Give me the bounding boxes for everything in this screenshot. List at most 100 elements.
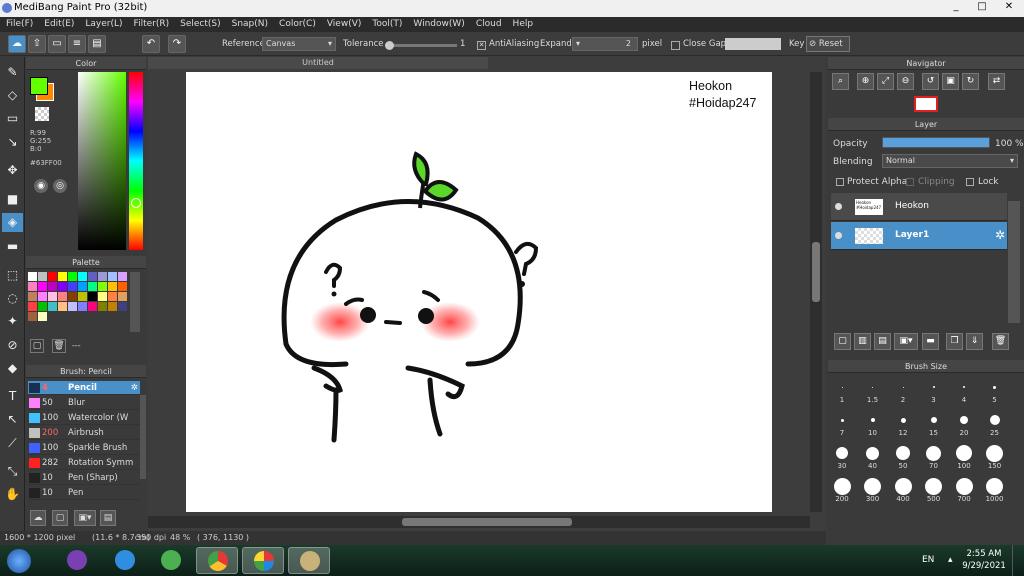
rotate-left-icon[interactable]: ↺	[922, 73, 939, 90]
palette-swatch[interactable]	[88, 302, 97, 311]
expand-input[interactable]: ▾ 2	[572, 37, 638, 51]
menu-filter[interactable]: Filter(R)	[128, 17, 175, 29]
brush-size-option[interactable]: 30	[828, 444, 856, 470]
new-layer-icon[interactable]: ▢	[834, 333, 851, 350]
palette-swatch[interactable]	[48, 282, 57, 291]
move-icon[interactable]: ✥	[2, 161, 23, 180]
rotate-right-icon[interactable]: ↻	[962, 73, 979, 90]
layer-scrollbar[interactable]	[1008, 201, 1020, 323]
lock-checkbox[interactable]	[966, 178, 974, 186]
pen-icon[interactable]: ↘	[2, 133, 23, 152]
brush-item[interactable]: 100 Sparkle Brush	[28, 441, 140, 455]
menu-snap[interactable]: Snap(N)	[226, 17, 273, 29]
gradient-icon[interactable]: ▬	[2, 237, 23, 256]
taskbar-internet-explorer[interactable]	[104, 547, 146, 574]
fit-screen-icon[interactable]: ▣	[942, 73, 959, 90]
palette-swatch[interactable]	[68, 302, 77, 311]
horizontal-scrollbar[interactable]	[148, 516, 810, 528]
tolerance-slider[interactable]	[385, 41, 457, 50]
menu-view[interactable]: View(V)	[321, 17, 367, 29]
palette-swatch[interactable]	[28, 292, 37, 301]
menu-cloud[interactable]: Cloud	[470, 17, 507, 29]
palette-swatch[interactable]	[58, 302, 67, 311]
palette-swatch[interactable]	[88, 272, 97, 281]
brush-size-option[interactable]: 1	[828, 378, 856, 404]
fill-rect-icon[interactable]: ■	[2, 190, 23, 209]
saturation-value-field[interactable]	[78, 72, 126, 250]
menu-window[interactable]: Window(W)	[407, 17, 469, 29]
palette-swatch[interactable]	[28, 312, 37, 321]
brush-size-option[interactable]: 200	[828, 477, 856, 503]
palette-swatch[interactable]	[118, 302, 127, 311]
palette-swatch[interactable]	[108, 272, 117, 281]
operation-icon[interactable]: ↖	[2, 410, 23, 429]
document-icon[interactable]: ▤	[88, 35, 106, 53]
cloud-brush-icon[interactable]: ☁	[30, 510, 46, 526]
bucket-icon[interactable]: ◈	[2, 213, 23, 232]
palette-swatch[interactable]	[38, 312, 47, 321]
menu-layer[interactable]: Layer(L)	[79, 17, 127, 29]
hue-slider-thumb[interactable]	[131, 198, 141, 208]
palette-swatch[interactable]	[78, 292, 87, 301]
palette-swatch[interactable]	[48, 302, 57, 311]
layer-row[interactable]: Layer1 ✲	[831, 222, 1007, 250]
palette-swatch[interactable]	[88, 282, 97, 291]
gear-icon[interactable]: ✲	[131, 381, 138, 395]
brush-size-option[interactable]: 700	[950, 477, 978, 503]
palette-swatch[interactable]	[38, 282, 47, 291]
merge-down-icon[interactable]: ⇓	[966, 333, 983, 350]
palette-swatch[interactable]	[28, 302, 37, 311]
redo-icon[interactable]: ↷	[168, 35, 186, 53]
brush-properties-icon[interactable]: ▤	[100, 510, 116, 526]
opacity-slider[interactable]	[882, 137, 990, 148]
folder-icon[interactable]: ▬	[922, 333, 939, 350]
chat-icon[interactable]: ≡	[68, 35, 86, 53]
delete-layer-icon[interactable]: 🗑	[992, 333, 1009, 350]
brush-icon[interactable]: ✎	[2, 63, 23, 82]
palette-swatch[interactable]	[28, 282, 37, 291]
flip-icon[interactable]: ⇄	[988, 73, 1005, 90]
tray-arrow-icon[interactable]: ▴	[948, 555, 953, 565]
palette-swatch[interactable]	[68, 272, 77, 281]
share-icon[interactable]: ⇧	[28, 35, 46, 53]
antialiasing-checkbox[interactable]: ✕	[477, 41, 486, 50]
document-tab[interactable]: Untitled	[148, 57, 488, 69]
palette-swatch[interactable]	[38, 302, 47, 311]
transparent-swatch[interactable]	[35, 107, 49, 121]
dropper-icon[interactable]: ⤡	[2, 462, 23, 481]
brush-size-option[interactable]: 7	[828, 411, 856, 437]
rectangle-icon[interactable]: ▭	[2, 109, 23, 128]
taskbar-visual-studio[interactable]	[56, 547, 98, 574]
new-halftone-layer-icon[interactable]: ▥	[854, 333, 871, 350]
palette-swatch[interactable]	[38, 272, 47, 281]
gear-icon[interactable]: ✲	[995, 228, 1005, 242]
zoom-in-icon[interactable]: ⊕	[857, 73, 874, 90]
brush-item[interactable]: 10 Pen	[28, 486, 140, 500]
taskbar-chrome[interactable]	[196, 547, 238, 574]
reference-select[interactable]: Canvas ▾	[262, 37, 336, 51]
select-eraser-icon[interactable]: ◆	[2, 359, 23, 378]
new-palette-icon[interactable]: ▢	[30, 339, 44, 353]
brush-item[interactable]: 50 Blur	[28, 396, 140, 410]
vertical-scrollbar[interactable]	[810, 72, 822, 512]
protect-alpha-checkbox[interactable]	[836, 178, 844, 186]
canvas[interactable]: Heokon #Hoidap247	[186, 72, 772, 512]
comment-icon[interactable]: ▭	[48, 35, 66, 53]
brush-size-option[interactable]: 12	[889, 411, 917, 437]
palette-swatch[interactable]	[98, 302, 107, 311]
zoom-fit-icon[interactable]: ⌕	[832, 73, 849, 90]
brush-size-option[interactable]: 25	[981, 411, 1009, 437]
show-desktop-button[interactable]	[1012, 545, 1024, 576]
lasso-icon[interactable]: ◌	[2, 289, 23, 308]
hue-slider[interactable]	[129, 72, 143, 250]
close-gaps-checkbox[interactable]	[671, 41, 680, 50]
palette-swatch[interactable]	[58, 292, 67, 301]
vertical-scroll-thumb[interactable]	[812, 242, 820, 302]
maximize-button[interactable]: □	[970, 0, 994, 14]
blending-select[interactable]: Normal ▾	[882, 154, 1018, 168]
clipping-checkbox[interactable]	[906, 178, 914, 186]
palette-swatch[interactable]	[108, 292, 117, 301]
menu-help[interactable]: Help	[507, 17, 539, 29]
palette-swatch[interactable]	[38, 292, 47, 301]
visibility-icon[interactable]	[835, 232, 842, 239]
